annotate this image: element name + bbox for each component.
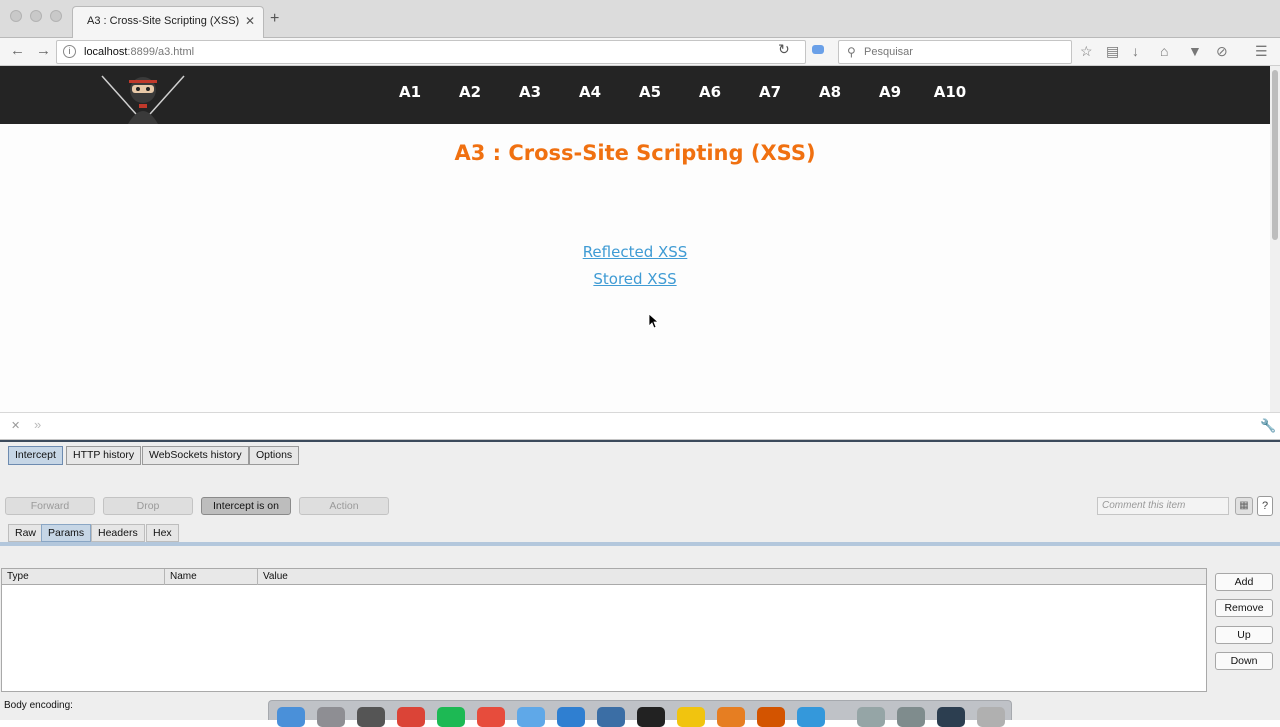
tab-websockets-history[interactable]: WebSockets history [142,446,249,465]
window-minimize-button[interactable] [30,10,42,22]
calendar-icon[interactable] [477,707,505,727]
reading-list-icon[interactable]: ▤ [1106,43,1119,60]
message-tab-raw[interactable]: Raw [8,524,44,542]
tab-close-icon[interactable]: ✕ [245,14,255,28]
search-bar[interactable]: ⚲ Pesquisar [838,40,1072,64]
url-text: localhost:8899/a3.html [84,46,194,58]
nav-item-a8[interactable]: A8 [800,66,860,124]
params-table[interactable]: Type Name Value [1,568,1207,692]
firefox-icon[interactable] [717,707,745,727]
bookmark-star-icon[interactable]: ☆ [1080,43,1093,60]
window-zoom-button[interactable] [50,10,62,22]
finder-icon[interactable] [277,707,305,727]
wrench-icon[interactable]: 🔧 [1260,418,1276,434]
site-nav: A1 A2 A3 A4 A5 A6 A7 A8 A9 A10 [380,66,980,124]
nav-item-a4[interactable]: A4 [560,66,620,124]
page-scrollbar[interactable] [1270,66,1280,412]
trash-icon[interactable] [977,707,1005,727]
comment-input[interactable]: Comment this item [1097,497,1229,515]
message-tab-params[interactable]: Params [41,524,92,542]
remove-button[interactable]: Remove [1215,599,1273,617]
safari-icon[interactable] [517,707,545,727]
nav-item-a7[interactable]: A7 [740,66,800,124]
down-button[interactable]: Down [1215,652,1273,670]
nav-item-a6[interactable]: A6 [680,66,740,124]
nav-item-a2[interactable]: A2 [440,66,500,124]
help-button[interactable]: ? [1257,496,1273,516]
scrollbar-thumb[interactable] [1272,70,1278,240]
notes-icon[interactable] [677,707,705,727]
subtab-divider [0,542,1280,546]
new-tab-button[interactable]: + [270,10,279,28]
extension-icon[interactable] [812,45,824,54]
network-icon[interactable] [597,707,625,727]
browser-tab-bar: A3 : Cross-Site Scripting (XSS) ✕ + [0,0,1280,38]
ninja-logo-icon [101,75,185,124]
pocket-icon[interactable]: ▼ [1188,43,1202,59]
burp-suite-icon[interactable] [757,707,785,727]
tab-title: A3 : Cross-Site Scripting (XSS) [87,15,240,27]
app-icon[interactable] [797,707,825,727]
add-button[interactable]: Add [1215,573,1273,591]
window-close-button[interactable] [10,10,22,22]
search-icon: ⚲ [847,45,856,59]
site-info-icon[interactable]: i [63,45,76,58]
nav-item-a5[interactable]: A5 [620,66,680,124]
body-encoding-label: Body encoding: [4,700,73,711]
column-header-value[interactable]: Value [258,569,1206,585]
site-header: A1 A2 A3 A4 A5 A6 A7 A8 A9 A10 [0,66,1270,124]
nav-item-a3[interactable]: A3 [500,66,560,124]
params-table-header: Type Name Value [2,569,1206,585]
tab-intercept[interactable]: Intercept [8,446,63,465]
back-icon[interactable]: ← [10,42,25,59]
action-button[interactable]: Action [299,497,389,515]
up-button[interactable]: Up [1215,626,1273,644]
nav-item-a9[interactable]: A9 [860,66,920,124]
download-icon[interactable]: ↓ [1132,43,1139,59]
tab-options[interactable]: Options [249,446,300,465]
menu-icon[interactable]: ☰ [1255,43,1268,60]
chrome-icon[interactable] [397,707,425,727]
forward-icon[interactable]: → [36,42,51,59]
spotify-icon[interactable] [437,707,465,727]
highlight-grid-icon[interactable]: ▦ [1235,497,1253,515]
console-prompt-icon[interactable]: » [34,417,41,432]
url-host: localhost [84,46,128,58]
reflected-xss-link[interactable]: Reflected XSS [0,243,1270,261]
intercept-toggle-button[interactable]: Intercept is on [201,497,291,515]
home-icon[interactable]: ⌂ [1160,43,1168,59]
activity-monitor-icon[interactable] [937,707,965,727]
page-content: A3 : Cross-Site Scripting (XSS) Reflecte… [0,124,1270,412]
nav-item-a1[interactable]: A1 [380,66,440,124]
burp-proxy-panel: Intercept HTTP history WebSockets histor… [0,440,1280,720]
devtools-strip: ✕ » 🔧 [0,412,1280,440]
browser-tab[interactable]: A3 : Cross-Site Scripting (XSS) ✕ [72,6,264,38]
reload-icon[interactable]: ↻ [778,41,790,58]
folder-icon[interactable] [897,707,925,727]
nav-item-a10[interactable]: A10 [920,66,980,124]
sync-icon[interactable]: ⊘ [1216,43,1228,60]
message-tab-hex[interactable]: Hex [146,524,179,542]
url-path: :8899/a3.html [127,46,195,58]
macos-dock [268,700,1012,727]
close-icon[interactable]: ✕ [11,419,20,432]
column-header-name[interactable]: Name [165,569,258,585]
vscode-icon[interactable] [557,707,585,727]
mouse-cursor-icon [648,313,658,329]
system-preferences-icon[interactable] [357,707,385,727]
column-header-type[interactable]: Type [2,569,165,585]
terminal-icon[interactable] [637,707,665,727]
page-title: A3 : Cross-Site Scripting (XSS) [454,141,816,165]
drop-button[interactable]: Drop [103,497,193,515]
launchpad-icon[interactable] [317,707,345,727]
stored-xss-link[interactable]: Stored XSS [0,270,1270,288]
forward-button[interactable]: Forward [5,497,95,515]
tab-http-history[interactable]: HTTP history [66,446,142,465]
search-placeholder: Pesquisar [864,46,913,58]
url-bar[interactable]: i localhost:8899/a3.html [56,40,806,64]
preview-icon[interactable] [857,707,885,727]
message-tab-headers[interactable]: Headers [91,524,145,542]
browser-toolbar: ← → i localhost:8899/a3.html ↻ ⚲ Pesquis… [0,38,1280,66]
